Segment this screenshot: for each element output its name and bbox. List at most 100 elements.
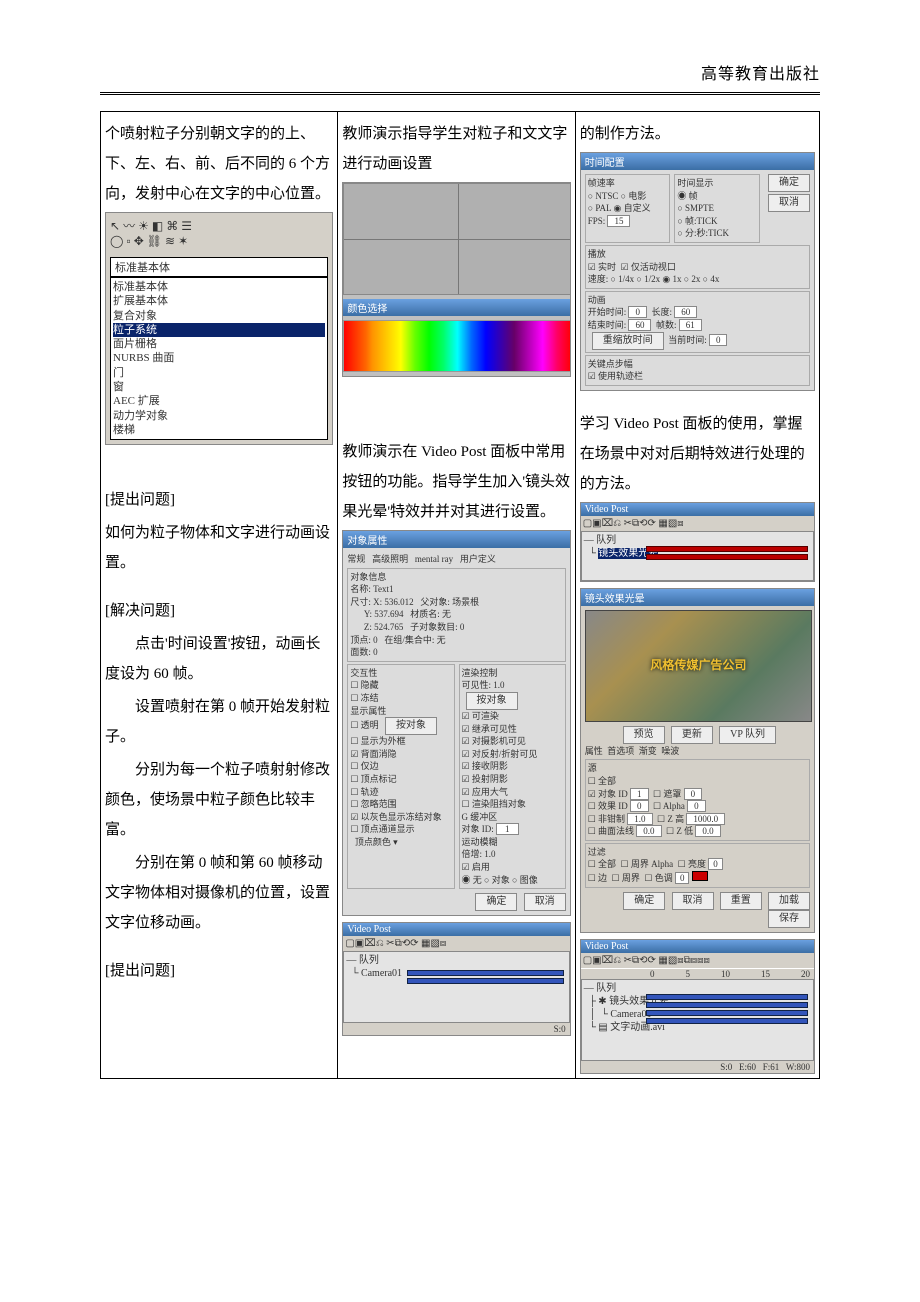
cb-noclamp[interactable]: 非钳制: [598, 814, 625, 824]
bright-v[interactable]: 0: [708, 858, 723, 870]
cb-freeze[interactable]: 冻结: [361, 693, 379, 703]
glow-save[interactable]: 保存: [768, 910, 810, 928]
effid-v[interactable]: 0: [630, 800, 649, 812]
vp1-timeline[interactable]: — 队列 └ Camera01: [343, 951, 569, 1023]
cb-vcol[interactable]: 顶点通道显示: [361, 824, 415, 834]
fcount-v[interactable]: 61: [679, 319, 702, 331]
opt-obj[interactable]: 对象: [492, 875, 510, 885]
cb-inherit[interactable]: 继承可见性: [472, 724, 517, 734]
rb-frame[interactable]: 帧: [689, 191, 698, 201]
hue-swatch[interactable]: [692, 871, 708, 881]
cb-grey[interactable]: 以灰色显示冻结对象: [361, 812, 442, 822]
color-swatches[interactable]: [343, 320, 570, 372]
tab-user[interactable]: 用户定义: [460, 554, 496, 564]
opt-img[interactable]: 图像: [520, 875, 538, 885]
cb-seethrough[interactable]: 透明: [361, 720, 379, 730]
noclamp-v[interactable]: 1.0: [627, 813, 652, 825]
glow-update-btn[interactable]: 更新: [671, 726, 713, 744]
glow-cancel[interactable]: 取消: [672, 892, 714, 910]
dd-item-8[interactable]: AEC 扩展: [113, 394, 325, 408]
glow-tab-2[interactable]: 渐变: [639, 746, 657, 756]
s1[interactable]: 1x: [672, 274, 681, 284]
surf-v[interactable]: 0.0: [636, 825, 661, 837]
glow-reset[interactable]: 重置: [720, 892, 762, 910]
objid-value[interactable]: 1: [496, 823, 519, 835]
rb-ntsc[interactable]: NTSC: [595, 191, 618, 201]
vp3-timeline[interactable]: — 队列 ├ ✱ 镜头效果光晕 │ └ Camera01 └ ▤ 文字动画.av…: [581, 979, 814, 1061]
start-v[interactable]: 0: [628, 306, 647, 318]
hue-v[interactable]: 0: [675, 872, 690, 884]
btn-byobj-1[interactable]: 按对象: [385, 717, 437, 735]
category-dropdown[interactable]: 标准基本体: [110, 257, 328, 277]
rb-film[interactable]: 电影: [628, 191, 646, 201]
dd-item-5[interactable]: NURBS 曲面: [113, 351, 325, 365]
cb-alpha[interactable]: Alpha: [663, 801, 685, 811]
cb-zhi[interactable]: Z 高: [667, 814, 684, 824]
vp2-timeline[interactable]: — 队列 └ 镜头效果光晕: [581, 531, 814, 581]
zhi-v[interactable]: 1000.0: [686, 813, 725, 825]
vp1-toolbar-icon[interactable]: ▢▣⌧⎌ ✂⧉⟲⟳ ▦▧⧈: [345, 938, 446, 949]
cb-edges[interactable]: 仅边: [361, 761, 379, 771]
rb-custom[interactable]: 自定义: [624, 203, 651, 213]
cb-hide[interactable]: 隐藏: [361, 680, 379, 690]
cb-rend[interactable]: 可渲染: [472, 711, 499, 721]
objprop-ok[interactable]: 确定: [475, 893, 517, 911]
alpha-v[interactable]: 0: [687, 800, 706, 812]
cb-zlo[interactable]: Z 低: [676, 826, 693, 836]
dd-item-4[interactable]: 面片栅格: [113, 337, 325, 351]
glow-tab-1[interactable]: 首选项: [607, 746, 634, 756]
rb-mmss[interactable]: 分:秒:TICK: [685, 228, 729, 238]
cb-rcvsh[interactable]: 接收阴影: [472, 761, 508, 771]
glow-tab-0[interactable]: 属性: [585, 746, 603, 756]
cb-all2[interactable]: 全部: [598, 859, 616, 869]
objid-v[interactable]: 1: [630, 788, 649, 800]
cb-effid[interactable]: 效果 ID: [598, 801, 628, 811]
cb-usebar[interactable]: 使用轨迹栏: [598, 371, 643, 381]
enable-label[interactable]: 启用: [472, 862, 490, 872]
zlo-v[interactable]: 0.0: [695, 825, 720, 837]
glow-preview-btn[interactable]: 预览: [623, 726, 665, 744]
rb-smpte[interactable]: SMPTE: [685, 203, 714, 213]
dd-item-6[interactable]: 门: [113, 366, 325, 380]
s2[interactable]: 2x: [691, 274, 700, 284]
cb-castsh[interactable]: 投射阴影: [472, 774, 508, 784]
glow-load[interactable]: 加载: [768, 892, 810, 910]
cur-v[interactable]: 0: [709, 334, 728, 346]
cb-vtick[interactable]: 顶点标记: [361, 774, 397, 784]
cb-perim[interactable]: 周界 Alpha: [631, 859, 673, 869]
cb-ignore[interactable]: 忽略范围: [361, 799, 397, 809]
mask-v[interactable]: 0: [684, 788, 703, 800]
tab-adv[interactable]: 高级照明: [372, 554, 408, 564]
len-v[interactable]: 60: [628, 319, 651, 331]
cb-atmos[interactable]: 应用大气: [472, 787, 508, 797]
cb-edge[interactable]: 显示为外框: [361, 736, 406, 746]
cb-reflvis[interactable]: 对反射/折射可见: [472, 749, 538, 759]
cb-surf[interactable]: 曲面法线: [598, 826, 634, 836]
rb-tick[interactable]: 帧:TICK: [685, 216, 718, 226]
glow-tab-3[interactable]: 噪波: [661, 746, 679, 756]
cb-rvis[interactable]: 对摄影机可见: [472, 736, 526, 746]
fps-value[interactable]: 15: [607, 215, 630, 227]
timecfg-ok[interactable]: 确定: [768, 174, 810, 192]
cb-all[interactable]: 全部: [598, 776, 616, 786]
s14[interactable]: 1/4x: [618, 274, 634, 284]
dd-item-0[interactable]: 标准基本体: [113, 280, 325, 294]
dd-item-9[interactable]: 动力学对象: [113, 409, 325, 423]
rb-pal[interactable]: PAL: [595, 203, 611, 213]
dd-item-1[interactable]: 扩展基本体: [113, 294, 325, 308]
opt-none[interactable]: 无: [473, 875, 482, 885]
btn-byobj-2[interactable]: 按对象: [466, 692, 518, 710]
cb-hue[interactable]: 色调: [655, 873, 673, 883]
cb-perim2[interactable]: 周界: [622, 873, 640, 883]
cb-activeonly[interactable]: 仅活动视口: [631, 262, 676, 272]
glow-vp-btn[interactable]: VP 队列: [719, 726, 776, 744]
vp2-toolbar-icon[interactable]: ▢▣⌧⎌ ✂⧉⟲⟳ ▦▧⧈: [583, 518, 684, 529]
vp3-toolbar-icon[interactable]: ▢▣⌧⎌ ✂⧉⟲⟳ ▦▧⧈⧉⧈⧈⧈: [583, 955, 710, 966]
cb-mask[interactable]: 遮罩: [663, 789, 681, 799]
cb-bkface[interactable]: 背面消隐: [361, 749, 397, 759]
category-list[interactable]: 标准基本体 扩展基本体 复合对象 粒子系统 面片栅格 NURBS 曲面 门 窗 …: [110, 277, 328, 440]
glow-ok[interactable]: 确定: [623, 892, 665, 910]
rescale-btn[interactable]: 重缩放时间: [592, 332, 664, 350]
cb-bright[interactable]: 亮度: [688, 859, 706, 869]
timecfg-cancel[interactable]: 取消: [768, 194, 810, 212]
